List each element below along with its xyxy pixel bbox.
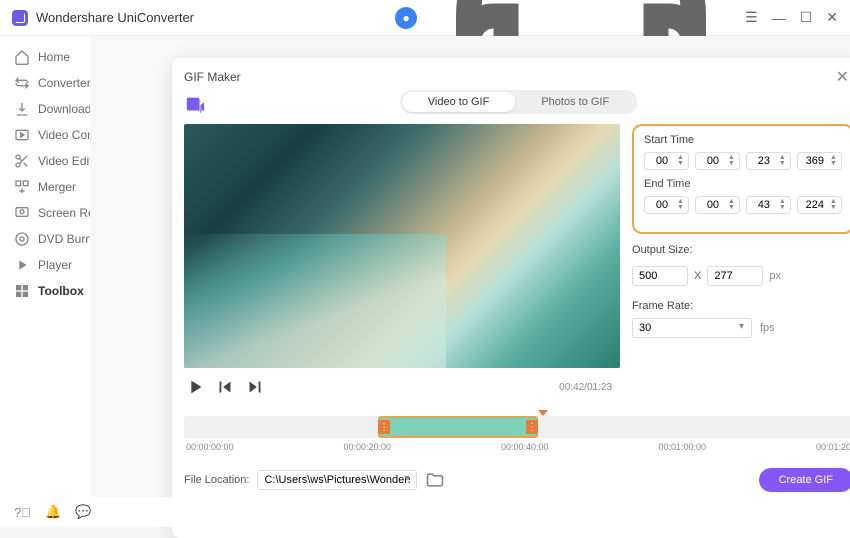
tab-photos-to-gif[interactable]: Photos to GIF (515, 92, 635, 112)
timeline-ticks: 00:00:00:00 00:00:20:00 00:00:40:00 00:0… (184, 442, 850, 452)
sidebar-item-toolbox[interactable]: Toolbox (0, 278, 90, 304)
chevron-down-icon[interactable]: ▼ (677, 161, 684, 167)
start-time-label: Start Time (644, 134, 842, 146)
user-avatar[interactable]: ● (395, 7, 417, 29)
add-video-icon[interactable]: + (184, 94, 206, 116)
sidebar-item-label: Player (38, 258, 72, 272)
sidebar-item-label: Video Compressor (38, 128, 90, 142)
sidebar-item-editor[interactable]: Video Editor (0, 148, 90, 174)
mode-tabs: Video to GIF Photos to GIF (400, 90, 637, 114)
x-separator: X (694, 270, 701, 282)
modal-title: GIF Maker (184, 70, 241, 84)
selection-segment[interactable] (378, 416, 538, 438)
sidebar-item-converter[interactable]: Converter (0, 70, 90, 96)
chevron-down-icon[interactable]: ▼ (728, 205, 735, 211)
end-sec-stepper[interactable]: ▲▼ (746, 196, 791, 214)
end-ms-stepper[interactable]: ▲▼ (797, 196, 842, 214)
close-icon[interactable]: ✕ (832, 67, 850, 87)
file-location-input[interactable] (257, 470, 417, 490)
chevron-down-icon[interactable]: ▼ (728, 161, 735, 167)
chevron-down-icon[interactable]: ▼ (830, 161, 837, 167)
menu-icon[interactable]: ☰ (745, 9, 758, 26)
sidebar: Home Converter Downloader Video Compress… (0, 36, 90, 497)
start-ms-stepper[interactable]: ▲▼ (797, 152, 842, 170)
play-icon (14, 257, 30, 273)
chevron-down-icon[interactable]: ▼ (830, 205, 837, 211)
chevron-down-icon[interactable]: ▼ (677, 205, 684, 211)
sidebar-item-label: Home (38, 50, 70, 64)
sidebar-item-dvd[interactable]: DVD Burner (0, 226, 90, 252)
sidebar-item-label: Merger (38, 180, 76, 194)
compress-icon (14, 127, 30, 143)
output-height-input[interactable] (707, 266, 763, 286)
end-min-stepper[interactable]: ▲▼ (695, 196, 740, 214)
app-title: Wondershare UniConverter (36, 10, 395, 25)
sidebar-item-player[interactable]: Player (0, 252, 90, 278)
footer: ?⃝ 🔔 💬 (0, 497, 850, 527)
timeline-track[interactable] (184, 416, 850, 438)
sidebar-item-merger[interactable]: Merger (0, 174, 90, 200)
output-width-input[interactable] (632, 266, 688, 286)
next-frame-button[interactable] (244, 376, 266, 398)
video-preview[interactable] (184, 124, 620, 368)
time-range-section: Start Time ▲▼ ▲▼ ▲▼ ▲▼ End Time ▲▼ ▲▼ ▲▼ (632, 124, 850, 234)
create-gif-button[interactable]: Create GIF (759, 468, 850, 492)
frame-rate-label: Frame Rate: (632, 300, 850, 312)
sidebar-item-compressor[interactable]: Video Compressor (0, 122, 90, 148)
gif-maker-modal: GIF Maker ✕ + Video to GIF Photos to GIF… (172, 58, 850, 538)
home-icon (14, 49, 30, 65)
sidebar-item-label: DVD Burner (38, 232, 90, 246)
frame-rate-select[interactable]: 30 (632, 318, 752, 338)
content-area: tor5 dataetadata CD. GIF Maker ✕ + Video… (90, 36, 850, 497)
fps-unit: fps (760, 322, 775, 334)
close-window-icon[interactable]: ✕ (826, 9, 838, 26)
sidebar-item-home[interactable]: Home (0, 44, 90, 70)
sidebar-item-recorder[interactable]: Screen Recorder (0, 200, 90, 226)
download-icon (14, 101, 30, 117)
sidebar-item-label: Screen Recorder (38, 206, 90, 220)
titlebar: Wondershare UniConverter ● ☰ — ☐ ✕ (0, 0, 850, 36)
px-unit: px (769, 270, 781, 282)
output-size-label: Output Size: (632, 244, 850, 256)
start-min-stepper[interactable]: ▲▼ (695, 152, 740, 170)
sidebar-item-downloader[interactable]: Downloader (0, 96, 90, 122)
app-logo-icon (12, 10, 28, 26)
help-icon[interactable]: ?⃝ (14, 505, 31, 520)
folder-icon[interactable] (425, 470, 445, 490)
feedback-icon[interactable]: 💬 (75, 504, 91, 520)
time-display: 00:42/01:23 (559, 382, 612, 393)
end-time-label: End Time (644, 178, 842, 190)
start-sec-stepper[interactable]: ▲▼ (746, 152, 791, 170)
recorder-icon (14, 205, 30, 221)
minimize-icon[interactable]: — (772, 10, 786, 26)
merger-icon (14, 179, 30, 195)
chevron-down-icon[interactable]: ▼ (779, 161, 786, 167)
start-hour-stepper[interactable]: ▲▼ (644, 152, 689, 170)
timeline: 00:00:00:00 00:00:20:00 00:00:40:00 00:0… (184, 416, 850, 452)
sidebar-item-label: Converter (38, 76, 90, 90)
bell-icon[interactable]: 🔔 (45, 504, 61, 520)
converter-icon (14, 75, 30, 91)
sidebar-item-label: Downloader (38, 102, 90, 116)
sidebar-item-label: Video Editor (38, 154, 90, 168)
disc-icon (14, 231, 30, 247)
end-hour-stepper[interactable]: ▲▼ (644, 196, 689, 214)
tab-video-to-gif[interactable]: Video to GIF (402, 92, 516, 112)
maximize-icon[interactable]: ☐ (800, 9, 813, 26)
toolbox-icon (14, 283, 30, 299)
scissors-icon (14, 153, 30, 169)
sidebar-item-label: Toolbox (38, 284, 84, 298)
prev-frame-button[interactable] (214, 376, 236, 398)
chevron-down-icon[interactable]: ▼ (779, 205, 786, 211)
svg-text:+: + (198, 106, 203, 116)
file-location-label: File Location: (184, 474, 249, 486)
play-button[interactable] (184, 376, 206, 398)
